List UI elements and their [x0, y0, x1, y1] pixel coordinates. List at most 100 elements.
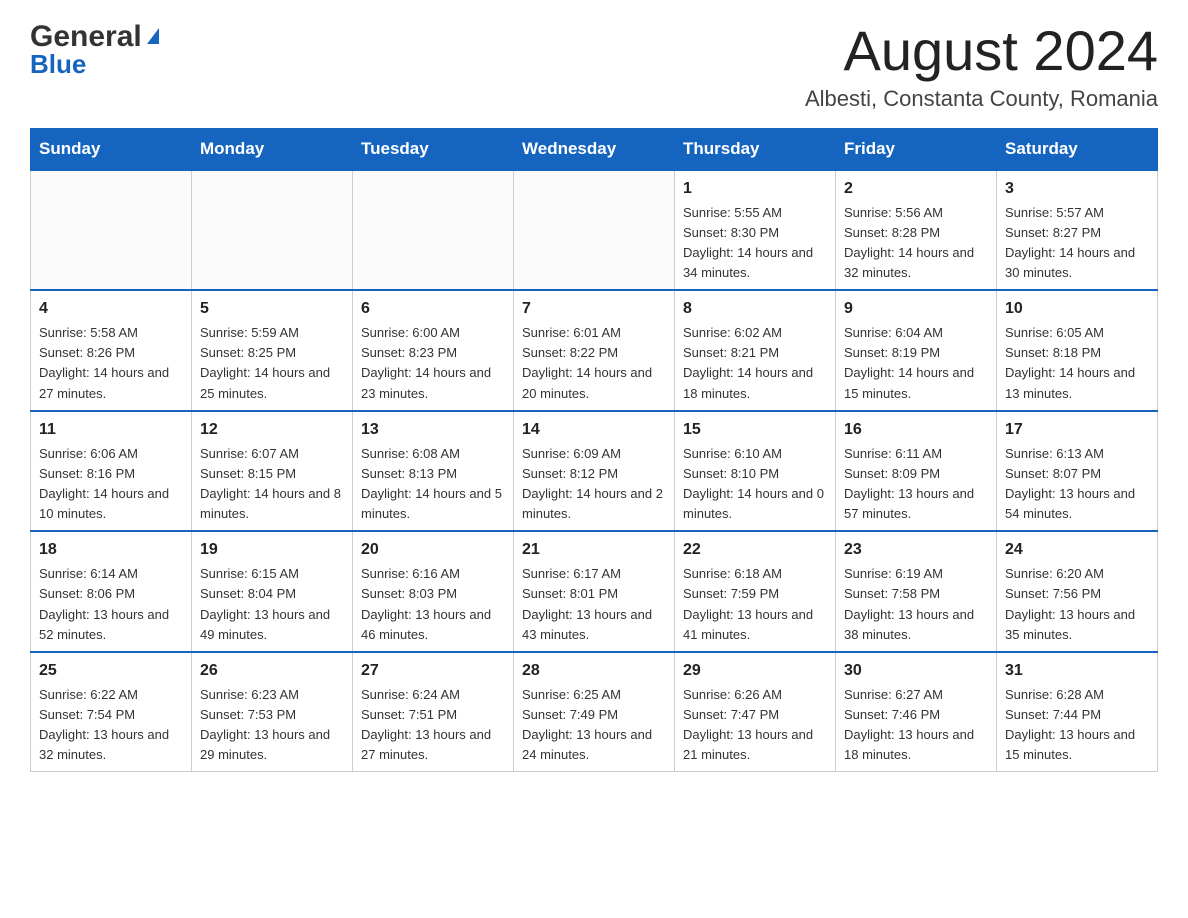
- calendar-cell: 1Sunrise: 5:55 AM Sunset: 8:30 PM Daylig…: [675, 170, 836, 291]
- calendar-cell: [514, 170, 675, 291]
- day-number: 19: [200, 538, 344, 562]
- calendar-cell: 29Sunrise: 6:26 AM Sunset: 7:47 PM Dayli…: [675, 652, 836, 772]
- day-number: 14: [522, 418, 666, 442]
- calendar-header-row: Sunday Monday Tuesday Wednesday Thursday…: [31, 128, 1158, 170]
- day-info: Sunrise: 6:05 AM Sunset: 8:18 PM Dayligh…: [1005, 323, 1149, 404]
- calendar-week-row: 25Sunrise: 6:22 AM Sunset: 7:54 PM Dayli…: [31, 652, 1158, 772]
- day-info: Sunrise: 6:06 AM Sunset: 8:16 PM Dayligh…: [39, 444, 183, 525]
- day-number: 3: [1005, 177, 1149, 201]
- day-number: 17: [1005, 418, 1149, 442]
- day-number: 9: [844, 297, 988, 321]
- col-monday: Monday: [192, 128, 353, 170]
- day-info: Sunrise: 6:02 AM Sunset: 8:21 PM Dayligh…: [683, 323, 827, 404]
- calendar-cell: 18Sunrise: 6:14 AM Sunset: 8:06 PM Dayli…: [31, 531, 192, 652]
- day-info: Sunrise: 6:07 AM Sunset: 8:15 PM Dayligh…: [200, 444, 344, 525]
- calendar-cell: 31Sunrise: 6:28 AM Sunset: 7:44 PM Dayli…: [997, 652, 1158, 772]
- col-sunday: Sunday: [31, 128, 192, 170]
- calendar-cell: 17Sunrise: 6:13 AM Sunset: 8:07 PM Dayli…: [997, 411, 1158, 532]
- day-info: Sunrise: 6:16 AM Sunset: 8:03 PM Dayligh…: [361, 564, 505, 645]
- main-title: August 2024: [805, 20, 1158, 82]
- col-tuesday: Tuesday: [353, 128, 514, 170]
- day-number: 10: [1005, 297, 1149, 321]
- calendar-cell: 28Sunrise: 6:25 AM Sunset: 7:49 PM Dayli…: [514, 652, 675, 772]
- day-info: Sunrise: 5:55 AM Sunset: 8:30 PM Dayligh…: [683, 203, 827, 284]
- day-number: 4: [39, 297, 183, 321]
- calendar-week-row: 1Sunrise: 5:55 AM Sunset: 8:30 PM Daylig…: [31, 170, 1158, 291]
- day-info: Sunrise: 5:56 AM Sunset: 8:28 PM Dayligh…: [844, 203, 988, 284]
- header: General Blue August 2024 Albesti, Consta…: [30, 20, 1158, 112]
- calendar-cell: 3Sunrise: 5:57 AM Sunset: 8:27 PM Daylig…: [997, 170, 1158, 291]
- day-number: 6: [361, 297, 505, 321]
- day-info: Sunrise: 6:04 AM Sunset: 8:19 PM Dayligh…: [844, 323, 988, 404]
- day-number: 13: [361, 418, 505, 442]
- calendar-cell: 7Sunrise: 6:01 AM Sunset: 8:22 PM Daylig…: [514, 290, 675, 411]
- calendar-cell: 9Sunrise: 6:04 AM Sunset: 8:19 PM Daylig…: [836, 290, 997, 411]
- day-info: Sunrise: 6:24 AM Sunset: 7:51 PM Dayligh…: [361, 685, 505, 766]
- subtitle: Albesti, Constanta County, Romania: [805, 86, 1158, 112]
- day-number: 25: [39, 659, 183, 683]
- calendar-cell: 26Sunrise: 6:23 AM Sunset: 7:53 PM Dayli…: [192, 652, 353, 772]
- logo-blue: Blue: [30, 49, 86, 80]
- col-friday: Friday: [836, 128, 997, 170]
- calendar-cell: 23Sunrise: 6:19 AM Sunset: 7:58 PM Dayli…: [836, 531, 997, 652]
- calendar-cell: 13Sunrise: 6:08 AM Sunset: 8:13 PM Dayli…: [353, 411, 514, 532]
- day-number: 18: [39, 538, 183, 562]
- calendar-cell: 10Sunrise: 6:05 AM Sunset: 8:18 PM Dayli…: [997, 290, 1158, 411]
- calendar-cell: 25Sunrise: 6:22 AM Sunset: 7:54 PM Dayli…: [31, 652, 192, 772]
- calendar-cell: 16Sunrise: 6:11 AM Sunset: 8:09 PM Dayli…: [836, 411, 997, 532]
- calendar-cell: 11Sunrise: 6:06 AM Sunset: 8:16 PM Dayli…: [31, 411, 192, 532]
- day-info: Sunrise: 6:13 AM Sunset: 8:07 PM Dayligh…: [1005, 444, 1149, 525]
- day-info: Sunrise: 6:00 AM Sunset: 8:23 PM Dayligh…: [361, 323, 505, 404]
- calendar-cell: 27Sunrise: 6:24 AM Sunset: 7:51 PM Dayli…: [353, 652, 514, 772]
- calendar-cell: 19Sunrise: 6:15 AM Sunset: 8:04 PM Dayli…: [192, 531, 353, 652]
- day-info: Sunrise: 6:11 AM Sunset: 8:09 PM Dayligh…: [844, 444, 988, 525]
- day-info: Sunrise: 6:10 AM Sunset: 8:10 PM Dayligh…: [683, 444, 827, 525]
- day-number: 23: [844, 538, 988, 562]
- day-number: 29: [683, 659, 827, 683]
- calendar-cell: 12Sunrise: 6:07 AM Sunset: 8:15 PM Dayli…: [192, 411, 353, 532]
- calendar-cell: 24Sunrise: 6:20 AM Sunset: 7:56 PM Dayli…: [997, 531, 1158, 652]
- day-number: 21: [522, 538, 666, 562]
- day-number: 2: [844, 177, 988, 201]
- day-info: Sunrise: 6:25 AM Sunset: 7:49 PM Dayligh…: [522, 685, 666, 766]
- day-number: 16: [844, 418, 988, 442]
- day-info: Sunrise: 6:18 AM Sunset: 7:59 PM Dayligh…: [683, 564, 827, 645]
- day-number: 7: [522, 297, 666, 321]
- day-number: 22: [683, 538, 827, 562]
- day-number: 8: [683, 297, 827, 321]
- calendar-cell: 6Sunrise: 6:00 AM Sunset: 8:23 PM Daylig…: [353, 290, 514, 411]
- day-info: Sunrise: 6:09 AM Sunset: 8:12 PM Dayligh…: [522, 444, 666, 525]
- day-info: Sunrise: 6:08 AM Sunset: 8:13 PM Dayligh…: [361, 444, 505, 525]
- calendar-cell: [353, 170, 514, 291]
- calendar-cell: 30Sunrise: 6:27 AM Sunset: 7:46 PM Dayli…: [836, 652, 997, 772]
- calendar-cell: 5Sunrise: 5:59 AM Sunset: 8:25 PM Daylig…: [192, 290, 353, 411]
- day-info: Sunrise: 6:22 AM Sunset: 7:54 PM Dayligh…: [39, 685, 183, 766]
- calendar-cell: 4Sunrise: 5:58 AM Sunset: 8:26 PM Daylig…: [31, 290, 192, 411]
- day-number: 1: [683, 177, 827, 201]
- col-wednesday: Wednesday: [514, 128, 675, 170]
- calendar-cell: [192, 170, 353, 291]
- day-number: 26: [200, 659, 344, 683]
- day-info: Sunrise: 6:01 AM Sunset: 8:22 PM Dayligh…: [522, 323, 666, 404]
- day-number: 30: [844, 659, 988, 683]
- col-saturday: Saturday: [997, 128, 1158, 170]
- calendar-table: Sunday Monday Tuesday Wednesday Thursday…: [30, 128, 1158, 773]
- calendar-cell: 21Sunrise: 6:17 AM Sunset: 8:01 PM Dayli…: [514, 531, 675, 652]
- logo-triangle-icon: [147, 28, 159, 44]
- day-info: Sunrise: 6:19 AM Sunset: 7:58 PM Dayligh…: [844, 564, 988, 645]
- title-area: August 2024 Albesti, Constanta County, R…: [805, 20, 1158, 112]
- calendar-cell: 15Sunrise: 6:10 AM Sunset: 8:10 PM Dayli…: [675, 411, 836, 532]
- calendar-cell: 22Sunrise: 6:18 AM Sunset: 7:59 PM Dayli…: [675, 531, 836, 652]
- day-number: 24: [1005, 538, 1149, 562]
- day-number: 31: [1005, 659, 1149, 683]
- calendar-week-row: 18Sunrise: 6:14 AM Sunset: 8:06 PM Dayli…: [31, 531, 1158, 652]
- calendar-cell: 14Sunrise: 6:09 AM Sunset: 8:12 PM Dayli…: [514, 411, 675, 532]
- logo-area: General Blue: [30, 20, 159, 80]
- day-info: Sunrise: 6:26 AM Sunset: 7:47 PM Dayligh…: [683, 685, 827, 766]
- day-number: 28: [522, 659, 666, 683]
- calendar-cell: 20Sunrise: 6:16 AM Sunset: 8:03 PM Dayli…: [353, 531, 514, 652]
- day-number: 27: [361, 659, 505, 683]
- day-info: Sunrise: 5:58 AM Sunset: 8:26 PM Dayligh…: [39, 323, 183, 404]
- col-thursday: Thursday: [675, 128, 836, 170]
- day-number: 20: [361, 538, 505, 562]
